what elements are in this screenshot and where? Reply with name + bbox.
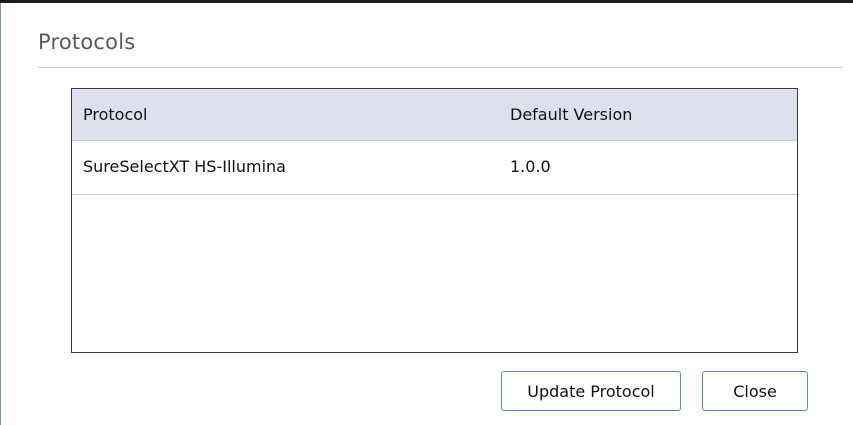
update-protocol-button[interactable]: Update Protocol	[501, 371, 681, 411]
dialog-title: Protocols	[38, 30, 136, 54]
protocols-dialog: Protocols Protocol Default Version SureS…	[0, 0, 853, 425]
title-divider	[38, 67, 843, 68]
window-left-border	[0, 3, 1, 425]
table-header: Protocol Default Version	[72, 89, 797, 141]
column-header-default-version[interactable]: Default Version	[510, 105, 632, 124]
protocols-table: Protocol Default Version SureSelectXT HS…	[71, 88, 798, 353]
window-top-border	[0, 0, 853, 3]
close-button[interactable]: Close	[702, 371, 808, 411]
cell-protocol: SureSelectXT HS-Illumina	[83, 157, 286, 176]
cell-default-version: 1.0.0	[510, 157, 551, 176]
table-row[interactable]: SureSelectXT HS-Illumina 1.0.0	[72, 141, 797, 195]
column-header-protocol[interactable]: Protocol	[83, 105, 147, 124]
